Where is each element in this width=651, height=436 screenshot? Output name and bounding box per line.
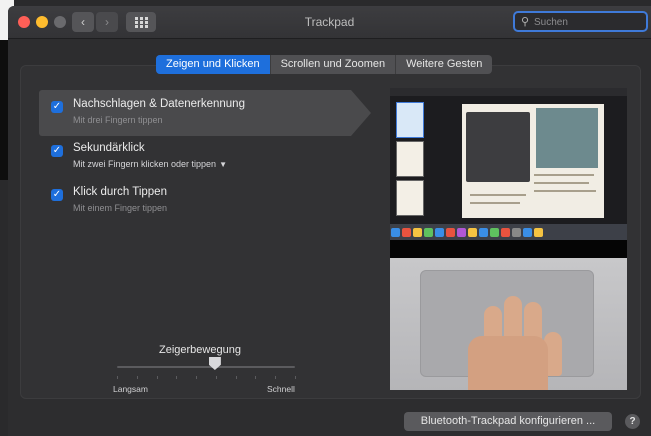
slider-tick [176, 376, 178, 379]
pointer-speed-slider-knob[interactable] [208, 357, 221, 370]
option-subtitle: Mit einem Finger tippen [73, 203, 168, 213]
slider-tick [215, 376, 217, 379]
checkbox-tap-to-click[interactable]: ✓ [51, 189, 63, 201]
option-tap-to-click[interactable]: ✓ Klick durch Tippen Mit einem Finger ti… [43, 184, 383, 226]
slider-tick [196, 376, 198, 379]
trackpad-preferences-window: ‹ › Trackpad ⚲ ✓ Nachschlagen & Datenerk… [8, 6, 651, 436]
help-button[interactable]: ? [625, 414, 640, 429]
option-title: Nachschlagen & Datenerkennung [73, 98, 245, 110]
slider-tick [255, 376, 257, 379]
slider-tick [235, 376, 237, 379]
tab-bar: Zeigen und Klicken Scrollen und Zoomen W… [156, 55, 493, 74]
tab-point-and-click[interactable]: Zeigen und Klicken [156, 55, 271, 74]
hand-illustration [468, 336, 548, 390]
slider-tick [136, 376, 138, 379]
title-bar: ‹ › Trackpad ⚲ [8, 6, 651, 39]
tab-scroll-and-zoom[interactable]: Scrollen und Zoomen [271, 55, 397, 74]
slider-max-label: Schnell [267, 384, 295, 394]
pointer-speed-slider[interactable] [117, 366, 295, 368]
slider-tick [117, 376, 118, 379]
pointer-speed-title: Zeigerbewegung [159, 344, 241, 356]
secondary-click-menu[interactable]: Mit zwei Fingern klicken oder tippen ▼ [73, 159, 227, 169]
option-lookup-data-detectors[interactable]: ✓ Nachschlagen & Datenerkennung Mit drei… [43, 96, 383, 138]
option-subtitle: Mit drei Fingern tippen [73, 115, 163, 125]
tab-more-gestures[interactable]: Weitere Gesten [396, 55, 492, 74]
chevron-down-icon: ▼ [219, 160, 227, 169]
gesture-preview-video [390, 88, 627, 390]
option-secondary-click[interactable]: ✓ Sekundärklick Mit zwei Fingern klicken… [43, 140, 383, 182]
preview-trackpad-area [390, 258, 627, 390]
search-field[interactable]: ⚲ [513, 11, 648, 32]
settings-panel: ✓ Nachschlagen & Datenerkennung Mit drei… [20, 65, 641, 399]
slider-tick [295, 376, 296, 379]
option-subtitle: Mit zwei Fingern klicken oder tippen [73, 159, 217, 169]
slider-min-label: Langsam [113, 384, 148, 394]
checkbox-lookup[interactable]: ✓ [51, 101, 63, 113]
option-title: Klick durch Tippen [73, 186, 167, 198]
slider-tick [275, 376, 277, 379]
preview-screen [390, 88, 627, 258]
option-title: Sekundärklick [73, 142, 145, 154]
search-input[interactable] [532, 14, 641, 31]
checkbox-secondary-click[interactable]: ✓ [51, 145, 63, 157]
search-icon: ⚲ [521, 16, 530, 28]
slider-tick [156, 376, 158, 379]
configure-bluetooth-trackpad-button[interactable]: Bluetooth-Trackpad konfigurieren ... [404, 412, 612, 431]
